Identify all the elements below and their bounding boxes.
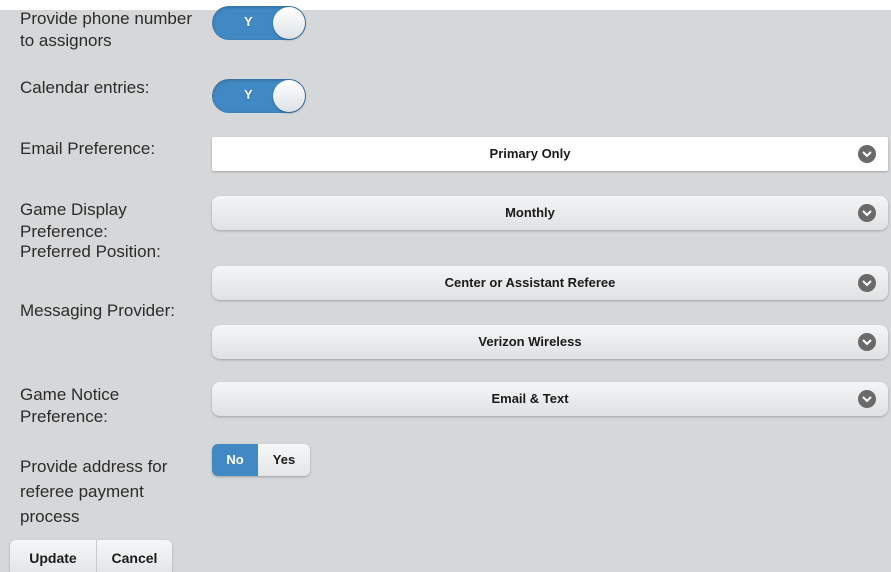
form-actions: Update Cancel	[10, 540, 172, 572]
referee-payment-address-label: Provide address for referee payment proc…	[20, 457, 168, 526]
email-preference-label: Email Preference:	[20, 139, 156, 158]
game-display-preference-select[interactable]: Monthly	[212, 196, 888, 230]
game-notice-preference-label: Game Notice Preference:	[20, 385, 120, 426]
chevron-down-icon	[858, 204, 876, 222]
chevron-down-icon	[858, 145, 876, 163]
messaging-provider-label: Messaging Provider:	[20, 301, 175, 320]
referee-payment-address-segmented: No Yes	[212, 444, 310, 476]
phone-assignors-toggle[interactable]: Y	[212, 6, 306, 40]
chevron-down-icon	[858, 390, 876, 408]
calendar-entries-toggle[interactable]: Y	[212, 79, 306, 113]
game-display-preference-label: Game Display Preference:	[20, 200, 127, 241]
chevron-down-icon	[858, 274, 876, 292]
toggle-knob[interactable]	[273, 80, 305, 112]
preferred-position-select[interactable]: Center or Assistant Referee	[212, 266, 888, 300]
email-preference-select[interactable]: Primary Only	[212, 137, 888, 171]
toggle-knob[interactable]	[273, 7, 305, 39]
preferences-form: Provide phone number to assignors Y Cale…	[0, 6, 891, 572]
select-value: Primary Only	[489, 146, 571, 161]
address-yes-option[interactable]: Yes	[258, 444, 310, 476]
address-no-option[interactable]: No	[212, 444, 258, 476]
select-value: Monthly	[505, 205, 555, 220]
game-notice-preference-select[interactable]: Email & Text	[212, 382, 888, 416]
phone-assignors-label: Provide phone number to assignors	[20, 9, 193, 50]
toggle-on-text: Y	[244, 14, 253, 29]
toggle-on-text: Y	[244, 87, 253, 102]
chevron-down-icon	[858, 333, 876, 351]
calendar-entries-label: Calendar entries:	[20, 78, 150, 97]
messaging-provider-select[interactable]: Verizon Wireless	[212, 325, 888, 359]
select-value: Verizon Wireless	[478, 334, 582, 349]
update-button[interactable]: Update	[10, 540, 97, 572]
preferred-position-label: Preferred Position:	[20, 242, 161, 261]
select-value: Center or Assistant Referee	[444, 275, 616, 290]
cancel-button[interactable]: Cancel	[97, 540, 172, 572]
select-value: Email & Text	[491, 391, 569, 406]
